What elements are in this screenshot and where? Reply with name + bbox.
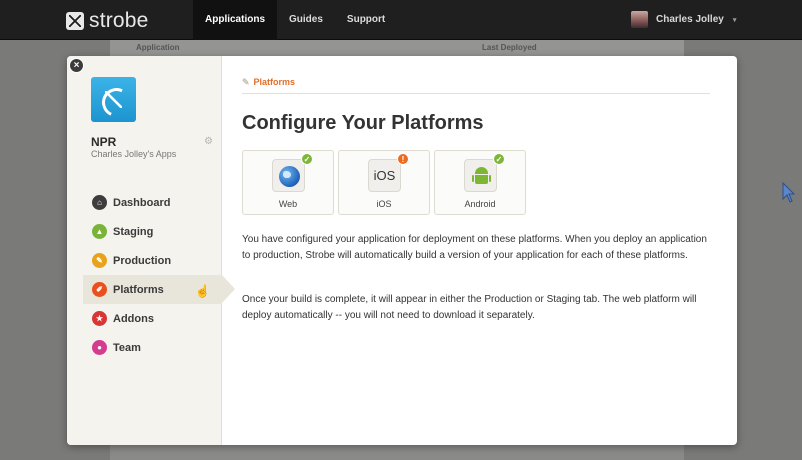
- breadcrumb[interactable]: ✎ Platforms: [242, 77, 295, 88]
- chevron-down-icon: ▾: [732, 16, 737, 24]
- android-icon: [472, 167, 491, 186]
- house-icon: ⌂: [92, 195, 107, 210]
- main-nav: Applications Guides Support: [193, 0, 397, 40]
- sidebar-item-addons[interactable]: ★ Addons: [83, 304, 243, 333]
- person-icon: ●: [92, 340, 107, 355]
- sidebar-item-dashboard[interactable]: ⌂ Dashboard: [83, 188, 243, 217]
- sidebar-item-label: Production: [113, 254, 172, 267]
- app-settings-modal: NPR Charles Jolley's Apps ⚙ ⌂ Dashboard …: [67, 56, 737, 445]
- column-last-deployed: Last Deployed: [482, 43, 537, 52]
- column-application: Application: [136, 43, 180, 52]
- strobe-logo[interactable]: strobe: [66, 9, 149, 33]
- platform-card-web[interactable]: ✓ Web: [242, 150, 334, 215]
- sidebar-item-label: Dashboard: [113, 196, 171, 209]
- sidebar-item-team[interactable]: ● Team: [83, 333, 243, 362]
- platform-tile: [272, 159, 305, 192]
- platform-label: iOS: [376, 199, 392, 209]
- avatar: [631, 11, 648, 28]
- star-icon: ★: [92, 311, 107, 326]
- ios-icon: iOS: [373, 168, 396, 183]
- sidebar-item-production[interactable]: ✎ Production: [83, 246, 243, 275]
- platform-card-ios[interactable]: iOS ! iOS: [338, 150, 430, 215]
- user-menu[interactable]: Charles Jolley ▾: [631, 11, 736, 28]
- platform-list: ✓ Web iOS ! iOS ✓ Android: [242, 150, 530, 215]
- platform-card-android[interactable]: ✓ Android: [434, 150, 526, 215]
- app-owner: Charles Jolley's Apps: [91, 149, 177, 159]
- app-name: NPR: [91, 135, 117, 149]
- hand-cursor-icon: ☝: [195, 284, 210, 298]
- breadcrumb-label: Platforms: [253, 77, 296, 87]
- strobe-logo-icon: [66, 12, 84, 30]
- sidebar-item-label: Addons: [113, 312, 154, 325]
- breadcrumb-divider: [242, 93, 710, 94]
- close-icon[interactable]: ×: [69, 58, 84, 73]
- nav-guides[interactable]: Guides: [277, 0, 335, 40]
- sidebar-item-label: Staging: [113, 225, 154, 238]
- sidebar-item-label: Platforms: [113, 283, 164, 296]
- platform-label: Android: [464, 199, 496, 209]
- modal-content: ✎ Platforms Configure Your Platforms ✓ We…: [242, 56, 712, 445]
- nav-support[interactable]: Support: [335, 0, 397, 40]
- description-paragraph: Once your build is complete, it will app…: [242, 294, 697, 321]
- platform-tile: iOS: [368, 159, 401, 192]
- pencil-icon: ✎: [92, 253, 107, 268]
- sidebar-item-staging[interactable]: ▲ Staging: [83, 217, 243, 246]
- nav-applications[interactable]: Applications: [193, 0, 278, 40]
- background-table-header: Application Last Deployed: [110, 40, 684, 56]
- mouse-pointer-icon: [782, 182, 796, 203]
- top-navigation-bar: strobe Applications Guides Support Charl…: [0, 0, 802, 40]
- app-icon: [91, 77, 136, 122]
- platform-tile: [464, 159, 497, 192]
- warning-icon: !: [397, 153, 409, 165]
- globe-icon: [279, 166, 300, 187]
- gear-icon[interactable]: ⚙: [204, 136, 213, 147]
- checkmark-icon: ✓: [301, 153, 313, 165]
- platform-label: Web: [278, 199, 298, 209]
- checkmark-icon: ✓: [493, 153, 505, 165]
- sidebar-menu: ⌂ Dashboard ▲ Staging ✎ Production ✐ Pla…: [83, 188, 243, 362]
- modal-sidebar: NPR Charles Jolley's Apps ⚙ ⌂ Dashboard …: [67, 56, 235, 445]
- pencil-icon: ✎: [242, 77, 250, 87]
- triangle-icon: ▲: [92, 224, 107, 239]
- pencil-ruler-icon: ✐: [92, 282, 107, 297]
- description-paragraph: You have configured your application for…: [242, 234, 707, 261]
- user-name: Charles Jolley: [656, 14, 724, 25]
- page-title: Configure Your Platforms: [242, 112, 484, 134]
- logo-text: strobe: [89, 9, 149, 32]
- sidebar-item-label: Team: [113, 341, 141, 354]
